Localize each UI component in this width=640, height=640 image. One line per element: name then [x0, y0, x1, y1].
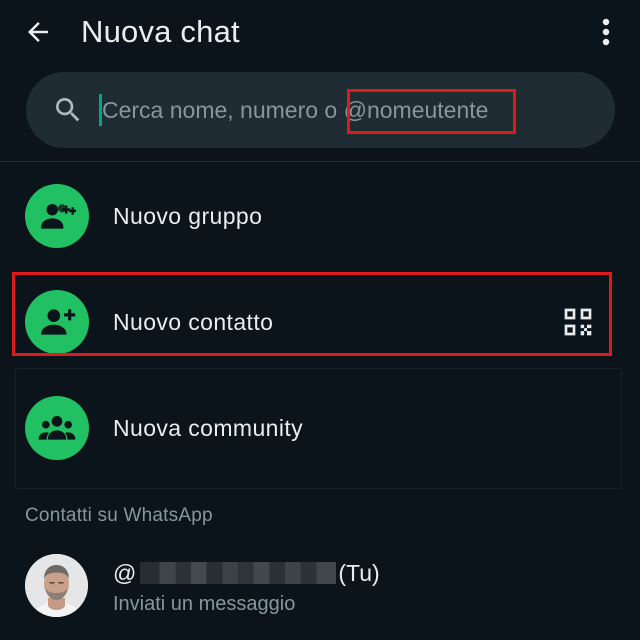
redacted-name	[140, 562, 337, 584]
person-add-icon	[41, 309, 76, 335]
new-contact-avatar	[25, 290, 89, 354]
search-icon	[56, 98, 80, 122]
group-add-icon	[41, 203, 76, 229]
top-app-bar: Nuova chat	[0, 0, 640, 64]
page-title: Nuova chat	[81, 14, 240, 49]
section-header: Contatti su WhatsApp	[25, 505, 213, 526]
new-community-label: Nuova community	[113, 415, 304, 441]
contact-name[interactable]: @ (Tu)	[113, 557, 380, 589]
new-group-label: Nuovo gruppo	[113, 203, 263, 229]
contact-name-suffix: (Tu)	[338, 559, 380, 586]
new-group-avatar	[25, 184, 89, 248]
arrow-left-icon	[28, 22, 48, 42]
contact-name-prefix: @	[113, 559, 137, 586]
contact-status: Inviati un messaggio	[113, 593, 296, 615]
new-community-avatar	[25, 396, 89, 460]
new-contact-label: Nuovo contatto	[113, 309, 274, 335]
new-contact-row[interactable]: Nuovo contatto	[0, 272, 640, 372]
search-input[interactable]	[102, 92, 562, 128]
profile-photo	[25, 554, 88, 617]
new-community-row[interactable]: Nuova community	[0, 378, 640, 478]
avatar[interactable]	[25, 554, 88, 617]
qr-code-button[interactable]	[560, 304, 596, 340]
more-vertical-icon	[602, 18, 610, 46]
more-options-button[interactable]	[590, 12, 622, 52]
community-icon	[38, 416, 76, 440]
header-divider	[0, 161, 640, 162]
qr-code-icon	[564, 308, 592, 336]
new-chat-screen: Nuova chat Nuovo gruppo	[0, 0, 640, 640]
back-button[interactable]	[18, 12, 58, 52]
new-group-row[interactable]: Nuovo gruppo	[0, 166, 640, 266]
